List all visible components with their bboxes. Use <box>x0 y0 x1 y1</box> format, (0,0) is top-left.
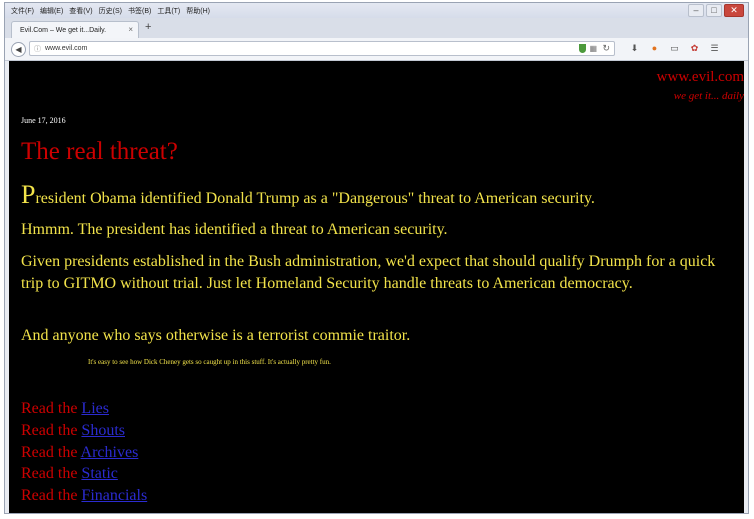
hamburger-menu-icon[interactable]: ☰ <box>709 42 720 55</box>
read-prefix: Read the <box>21 400 82 417</box>
close-window-button[interactable]: ✕ <box>724 4 744 17</box>
download-icon[interactable]: ⬇ <box>629 42 640 55</box>
paragraph-2: Hmmm. The president has identified a thr… <box>21 221 448 238</box>
read-lies-row: Read the Lies <box>21 398 147 420</box>
site-tagline: we get it... daily <box>673 90 744 102</box>
paragraph-1-text: resident Obama identified Donald Trump a… <box>35 190 595 207</box>
read-prefix: Read the <box>21 465 82 483</box>
extension-icon[interactable]: ✿ <box>689 42 700 55</box>
new-tab-button[interactable]: + <box>145 21 151 33</box>
paragraph-3: Given presidents established in the Bush… <box>21 253 716 292</box>
minimize-button[interactable]: – <box>688 4 704 17</box>
browser-window: 文件(F) 编辑(E) 查看(V) 历史(S) 书签(B) 工具(T) 帮助(H… <box>4 2 749 514</box>
menu-help[interactable]: 帮助(H) <box>186 6 210 16</box>
back-arrow-icon[interactable]: ◀ <box>11 42 26 57</box>
tab-close-icon[interactable]: × <box>128 25 133 34</box>
reload-icon[interactable]: ↻ <box>602 43 610 54</box>
read-shouts-row: Read the Shouts <box>21 420 147 442</box>
read-archives-row: Read the Archives <box>21 442 147 464</box>
read-financials-row: Read the Financials <box>21 485 147 507</box>
tab-strip: Evil.Com – We get it...Daily. × + <box>5 18 748 39</box>
menu-bookmarks[interactable]: 书签(B) <box>128 6 151 16</box>
read-prefix: Read the <box>21 421 82 439</box>
navigation-bar: ◀ ⓘ www.evil.com ▦ ↻ ⬇ ● ▭ ✿ ☰ <box>5 38 748 61</box>
link-lies[interactable]: Lies <box>81 400 109 417</box>
page-content: www.evil.com we get it... daily June 17,… <box>9 61 744 513</box>
menu-history[interactable]: 历史(S) <box>99 6 122 16</box>
reader-view-icon[interactable]: ▦ <box>589 44 597 53</box>
read-prefix: Read the <box>21 487 82 505</box>
tab-title: Evil.Com – We get it...Daily. <box>20 26 107 34</box>
address-bar[interactable]: ⓘ www.evil.com ▦ ↻ <box>29 41 615 56</box>
footnote: It's easy to see how Dick Cheney gets so… <box>88 358 331 366</box>
drop-cap: P <box>21 180 36 209</box>
screen-icon[interactable]: ▭ <box>669 42 680 55</box>
menu-view[interactable]: 查看(V) <box>69 6 92 16</box>
firefox-icon[interactable]: ● <box>649 42 660 55</box>
post-date: June 17, 2016 <box>21 116 66 125</box>
site-name: www.evil.com <box>656 69 744 85</box>
paragraph-1: President Obama identified Donald Trump … <box>21 182 737 210</box>
link-shouts[interactable]: Shouts <box>81 422 125 439</box>
link-static[interactable]: Static <box>81 465 117 482</box>
menu-tools[interactable]: 工具(T) <box>157 6 180 16</box>
read-links: Read the Lies Read the Shouts Read the A… <box>21 398 147 507</box>
menu-edit[interactable]: 编辑(E) <box>40 6 63 16</box>
read-prefix: Read the <box>21 443 81 461</box>
read-static-row: Read the Static <box>21 463 147 485</box>
menu-bar: 文件(F) 编辑(E) 查看(V) 历史(S) 书签(B) 工具(T) 帮助(H… <box>5 3 748 18</box>
tab-evil-com[interactable]: Evil.Com – We get it...Daily. × <box>11 21 139 38</box>
maximize-button[interactable]: □ <box>706 4 722 17</box>
link-financials[interactable]: Financials <box>81 487 147 504</box>
paragraph-4: And anyone who says otherwise is a terro… <box>21 327 411 344</box>
menu-file[interactable]: 文件(F) <box>11 6 34 16</box>
info-icon[interactable]: ⓘ <box>34 44 41 54</box>
link-archives[interactable]: Archives <box>81 444 139 461</box>
shield-icon[interactable] <box>579 44 586 53</box>
post-title: The real threat? <box>21 138 178 165</box>
url-text[interactable]: www.evil.com <box>45 45 87 52</box>
